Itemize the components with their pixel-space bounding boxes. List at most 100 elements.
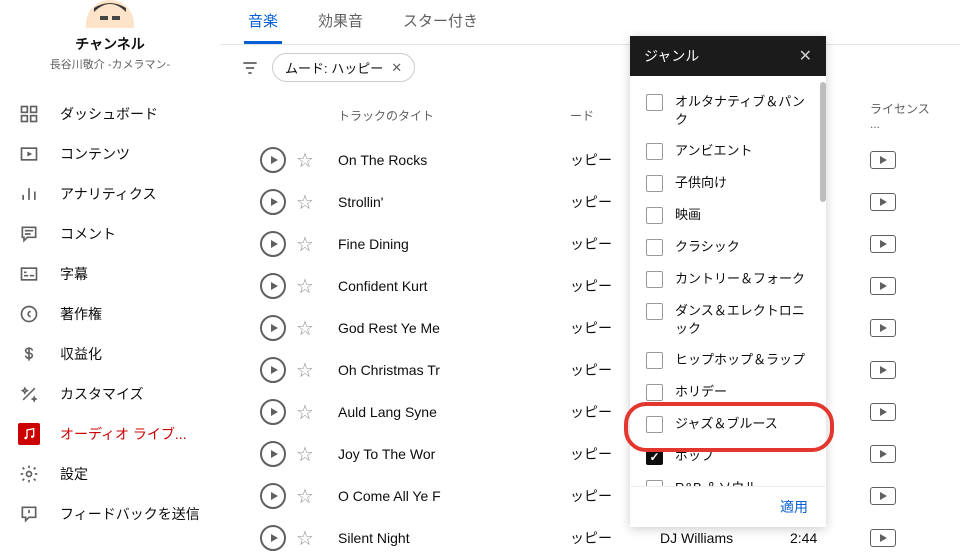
checkbox[interactable] bbox=[646, 352, 663, 369]
sidebar-item-comment[interactable]: コメント bbox=[0, 214, 220, 254]
sidebar-item-play-box[interactable]: コンテンツ bbox=[0, 134, 220, 174]
license-icon[interactable] bbox=[870, 193, 896, 211]
license-icon[interactable] bbox=[870, 529, 896, 547]
col-title[interactable]: トラックのタイト bbox=[332, 107, 570, 124]
genre-item[interactable]: 子供向け bbox=[630, 167, 826, 199]
main: 音楽効果音スター付き ムード: ハッピー ✕ トラックのタイト ード アーティス… bbox=[220, 0, 960, 556]
license-icon[interactable] bbox=[870, 487, 896, 505]
mood-filter-chip[interactable]: ムード: ハッピー ✕ bbox=[272, 53, 415, 82]
checkbox[interactable] bbox=[646, 94, 663, 111]
star-icon[interactable]: ☆ bbox=[296, 276, 314, 298]
genre-item[interactable]: ポップ bbox=[630, 440, 826, 472]
sidebar-item-label: アナリティクス bbox=[60, 184, 156, 204]
genre-item[interactable]: ホリデー bbox=[630, 376, 826, 408]
license-icon[interactable] bbox=[870, 319, 896, 337]
sidebar-item-subtitle[interactable]: 字幕 bbox=[0, 254, 220, 294]
play-button[interactable] bbox=[260, 315, 286, 341]
play-button[interactable] bbox=[260, 483, 286, 509]
genre-label: R&B ＆ソウル bbox=[675, 479, 757, 486]
sidebar-item-label: 著作権 bbox=[60, 304, 102, 324]
star-icon[interactable]: ☆ bbox=[296, 444, 314, 466]
tab-スター付き[interactable]: スター付き bbox=[399, 0, 482, 44]
checkbox[interactable] bbox=[646, 448, 663, 465]
star-icon[interactable]: ☆ bbox=[296, 360, 314, 382]
track-row: ☆On The RocksッピーTrackTribe3:35 bbox=[220, 139, 960, 181]
play-button[interactable] bbox=[260, 147, 286, 173]
play-button[interactable] bbox=[260, 231, 286, 257]
genre-item[interactable]: アンビエント bbox=[630, 135, 826, 167]
play-button[interactable] bbox=[260, 525, 286, 551]
track-title[interactable]: Confident Kurt bbox=[332, 278, 570, 294]
sidebar-item-dashboard[interactable]: ダッシュボード bbox=[0, 94, 220, 134]
checkbox[interactable] bbox=[646, 416, 663, 433]
feedback-icon bbox=[18, 503, 40, 525]
star-icon[interactable]: ☆ bbox=[296, 528, 314, 550]
play-button[interactable] bbox=[260, 357, 286, 383]
col-license[interactable]: ライセンス ... bbox=[870, 100, 940, 131]
star-icon[interactable]: ☆ bbox=[296, 318, 314, 340]
star-icon[interactable]: ☆ bbox=[296, 192, 314, 214]
track-title[interactable]: Auld Lang Syne bbox=[332, 404, 570, 420]
apply-button[interactable]: 適用 bbox=[780, 497, 808, 517]
genre-item[interactable]: オルタナティブ＆パンク bbox=[630, 86, 826, 135]
checkbox[interactable] bbox=[646, 175, 663, 192]
checkbox[interactable] bbox=[646, 143, 663, 160]
sidebar-item-feedback[interactable]: フィードバックを送信 bbox=[0, 494, 220, 534]
sidebar-item-copyright[interactable]: 著作権 bbox=[0, 294, 220, 334]
sidebar-item-wand[interactable]: カスタマイズ bbox=[0, 374, 220, 414]
license-icon[interactable] bbox=[870, 151, 896, 169]
license-icon[interactable] bbox=[870, 445, 896, 463]
track-title[interactable]: Silent Night bbox=[332, 530, 570, 546]
genre-item[interactable]: ヒップホップ＆ラップ bbox=[630, 344, 826, 376]
star-icon[interactable]: ☆ bbox=[296, 234, 314, 256]
star-icon[interactable]: ☆ bbox=[296, 402, 314, 424]
license-icon[interactable] bbox=[870, 277, 896, 295]
genre-item[interactable]: カントリー＆フォーク bbox=[630, 263, 826, 295]
checkbox[interactable] bbox=[646, 271, 663, 288]
play-button[interactable] bbox=[260, 273, 286, 299]
license-icon[interactable] bbox=[870, 361, 896, 379]
genre-item[interactable]: R&B ＆ソウル bbox=[630, 472, 826, 486]
checkbox[interactable] bbox=[646, 239, 663, 256]
checkbox[interactable] bbox=[646, 384, 663, 401]
track-title[interactable]: Fine Dining bbox=[332, 236, 570, 252]
genre-item[interactable]: 映画 bbox=[630, 199, 826, 231]
track-title[interactable]: O Come All Ye F bbox=[332, 488, 570, 504]
scrollbar-thumb[interactable] bbox=[820, 82, 826, 202]
genre-list[interactable]: オルタナティブ＆パンクアンビエント子供向け映画クラシックカントリー＆フォークダン… bbox=[630, 76, 826, 486]
sidebar-item-audio[interactable]: オーディオ ライブ... bbox=[0, 414, 220, 454]
play-button[interactable] bbox=[260, 189, 286, 215]
play-button[interactable] bbox=[260, 399, 286, 425]
genre-label: カントリー＆フォーク bbox=[675, 270, 805, 288]
dollar-icon bbox=[18, 343, 40, 365]
close-icon[interactable]: ✕ bbox=[799, 46, 812, 66]
track-title[interactable]: Strollin' bbox=[332, 194, 570, 210]
checkbox[interactable] bbox=[646, 207, 663, 224]
track-title[interactable]: Oh Christmas Tr bbox=[332, 362, 570, 378]
chip-label: ムード: ハッピー bbox=[285, 58, 383, 77]
sidebar-item-analytics[interactable]: アナリティクス bbox=[0, 174, 220, 214]
sidebar-item-label: 設定 bbox=[60, 464, 88, 484]
play-button[interactable] bbox=[260, 441, 286, 467]
checkbox[interactable] bbox=[646, 480, 663, 486]
license-icon[interactable] bbox=[870, 235, 896, 253]
track-title[interactable]: On The Rocks bbox=[332, 152, 570, 168]
track-title[interactable]: God Rest Ye Me bbox=[332, 320, 570, 336]
track-mood: ッピー bbox=[570, 528, 660, 548]
track-title[interactable]: Joy To The Wor bbox=[332, 446, 570, 462]
checkbox[interactable] bbox=[646, 303, 663, 320]
star-icon[interactable]: ☆ bbox=[296, 150, 314, 172]
sidebar-item-dollar[interactable]: 収益化 bbox=[0, 334, 220, 374]
sidebar-item-gear[interactable]: 設定 bbox=[0, 454, 220, 494]
genre-item[interactable]: ジャズ＆ブルース bbox=[630, 408, 826, 440]
chip-remove-icon[interactable]: ✕ bbox=[391, 60, 402, 76]
track-artist[interactable]: DJ Williams bbox=[660, 530, 790, 546]
license-icon[interactable] bbox=[870, 403, 896, 421]
genre-item[interactable]: ダンス＆エレクトロニック bbox=[630, 295, 826, 344]
tab-効果音[interactable]: 効果音 bbox=[314, 0, 367, 44]
tab-音楽[interactable]: 音楽 bbox=[244, 0, 282, 44]
genre-item[interactable]: クラシック bbox=[630, 231, 826, 263]
filter-icon[interactable] bbox=[240, 58, 260, 78]
avatar[interactable] bbox=[74, 0, 146, 28]
star-icon[interactable]: ☆ bbox=[296, 486, 314, 508]
